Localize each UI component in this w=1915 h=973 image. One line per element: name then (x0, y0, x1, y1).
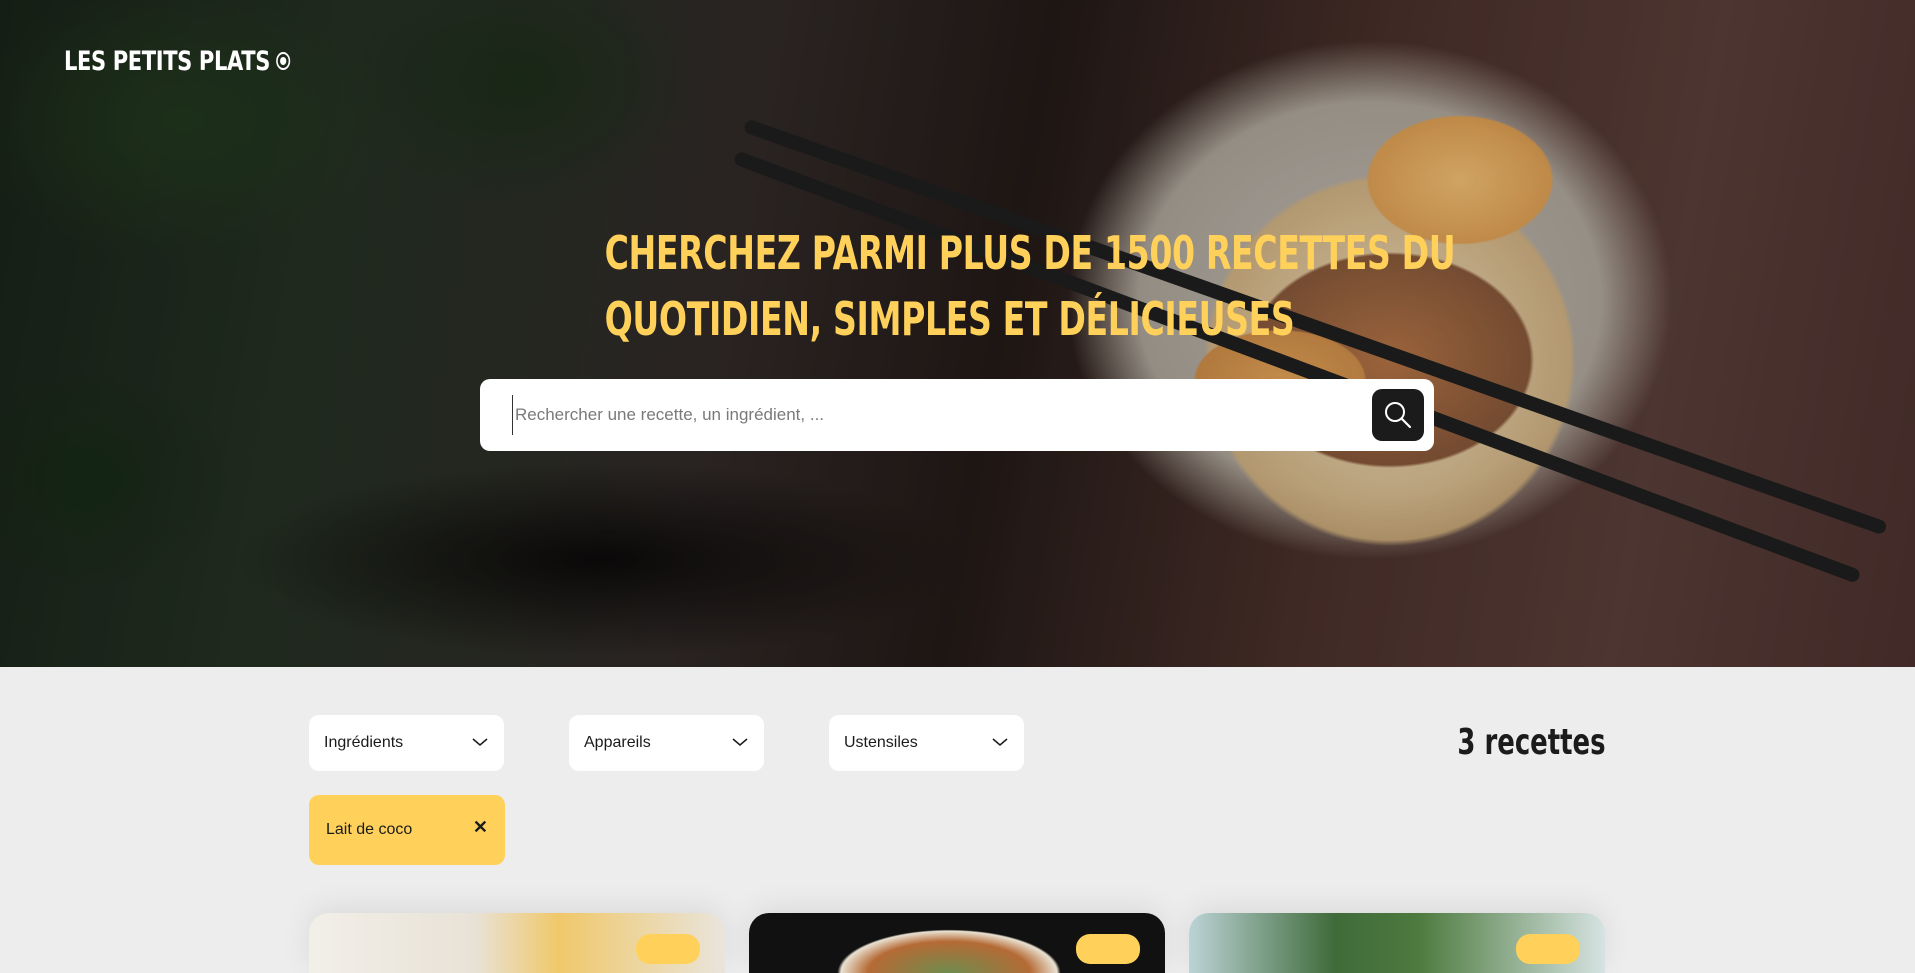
search-bar (480, 379, 1434, 451)
time-badge (1516, 934, 1580, 964)
hero-title-line-2: QUOTIDIEN, SIMPLES ET DÉLICIEUSES (604, 292, 1295, 346)
hero-title-line-1: CHERCHEZ PARMI PLUS DE 1500 RECETTES DU (604, 226, 1456, 280)
hero-banner: LES PETITS PLATS CHERCHEZ PARMI PLUS DE … (0, 0, 1915, 667)
search-input[interactable] (512, 395, 1332, 435)
chevron-down-icon (732, 738, 748, 746)
recipe-count: 3 recettes (1457, 722, 1606, 763)
recipe-card[interactable] (749, 913, 1165, 973)
dropdown-ustensiles[interactable]: Ustensiles (829, 715, 1024, 771)
dropdown-label: Ingrédients (324, 734, 404, 751)
close-icon[interactable]: ✕ (473, 817, 488, 838)
dropdown-label: Appareils (584, 734, 651, 751)
site-logo[interactable]: LES PETITS PLATS (64, 46, 291, 77)
chevron-down-icon (472, 738, 488, 746)
recipe-card[interactable] (309, 913, 725, 973)
dropdown-appareils[interactable]: Appareils (569, 715, 764, 771)
search-button[interactable] (1372, 389, 1424, 441)
time-badge (1076, 934, 1140, 964)
search-icon (1385, 402, 1412, 429)
dropdown-ingredients[interactable]: Ingrédients (309, 715, 504, 771)
recipe-card[interactable] (1189, 913, 1605, 973)
logo-dot-icon (276, 51, 291, 70)
dropdown-label: Ustensiles (844, 734, 918, 751)
time-badge (636, 934, 700, 964)
hero-title: CHERCHEZ PARMI PLUS DE 1500 RECETTES DU … (604, 220, 1456, 352)
logo-text: LES PETITS PLATS (64, 46, 271, 77)
chevron-down-icon (992, 738, 1008, 746)
active-filter-tag: Lait de coco ✕ (309, 795, 505, 865)
tag-label: Lait de coco (326, 821, 413, 838)
